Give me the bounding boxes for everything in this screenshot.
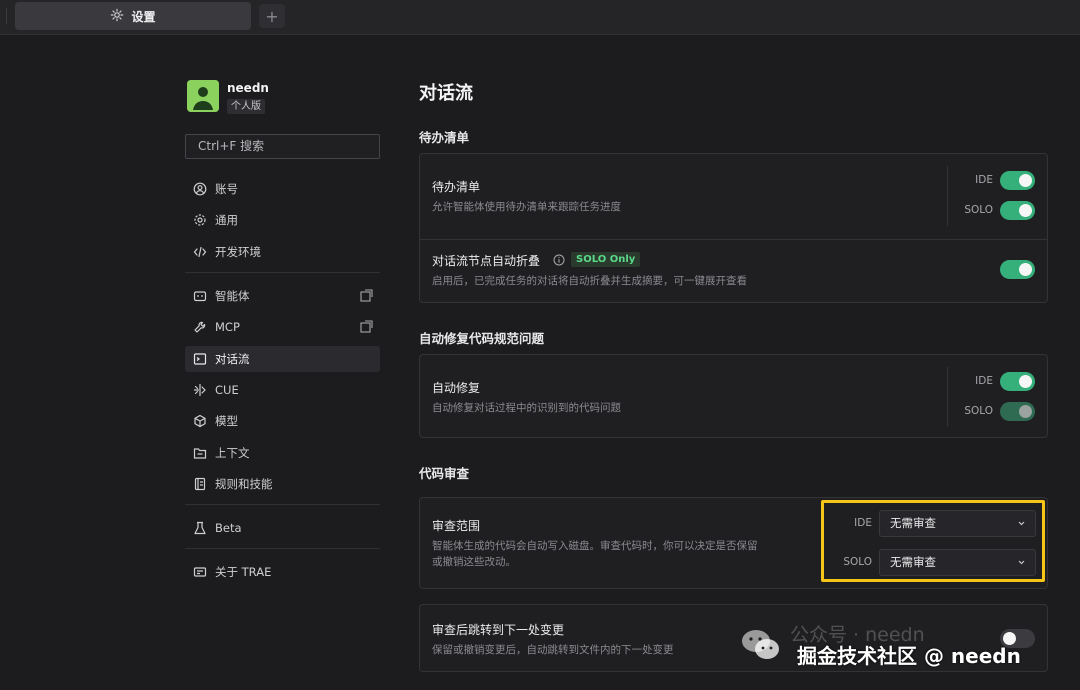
tab-separator <box>6 8 7 24</box>
sidebar-item-label: CUE <box>215 383 239 397</box>
tab-bar: 设置 + <box>0 0 1080 35</box>
sidebar-item-agent[interactable]: 智能体 <box>185 283 380 309</box>
model-icon <box>193 414 207 428</box>
sidebar-item-label: 关于 TRAE <box>215 565 272 579</box>
setting-title: 审查后跳转到下一处变更 <box>432 623 565 637</box>
rules-icon <box>193 477 207 491</box>
sidebar-item-label: 上下文 <box>215 446 250 460</box>
sidebar-item-label: 智能体 <box>215 289 250 303</box>
wechat-icon <box>742 630 779 659</box>
sidebar-item-cue[interactable]: CUE <box>185 377 380 403</box>
section-title-todo: 待办清单 <box>419 130 470 145</box>
sidebar-item-about[interactable]: 关于 TRAE <box>185 559 380 585</box>
cue-icon <box>193 383 207 397</box>
autofix-solo-toggle[interactable] <box>1000 402 1035 421</box>
todo-solo-toggle[interactable] <box>1000 201 1035 220</box>
ide-label: IDE <box>975 174 993 186</box>
gear-icon <box>193 213 207 227</box>
add-tab-button[interactable]: + <box>259 4 285 28</box>
agent-icon <box>193 289 207 303</box>
user-avatar-icon <box>187 80 219 112</box>
open-external-icon[interactable] <box>360 320 373 333</box>
setting-description: 自动修复对话过程中的识别到的代码问题 <box>432 402 621 414</box>
tab-settings[interactable]: 设置 <box>15 2 251 30</box>
watermark-main-text: 掘金技术社区 @ needn <box>797 644 1021 668</box>
sidebar-item-label: 账号 <box>215 182 238 196</box>
page-title: 对话流 <box>419 83 473 104</box>
setting-description: 允许智能体使用待办清单来跟踪任务进度 <box>432 201 621 213</box>
sidebar-item-context[interactable]: 上下文 <box>185 440 380 466</box>
sidebar-item-label: Beta <box>215 521 242 535</box>
gear-icon <box>110 8 124 25</box>
beta-icon <box>193 521 207 535</box>
auto-collapse-toggle[interactable] <box>1000 260 1035 279</box>
setting-title: 自动修复 <box>432 381 481 395</box>
sidebar-item-beta[interactable]: Beta <box>185 515 380 541</box>
sidebar-item-label: MCP <box>215 320 240 334</box>
mode-divider <box>947 367 948 427</box>
mode-divider <box>947 166 948 226</box>
setting-description: 启用后，已完成任务的对话将自动折叠并生成摘要，可一键展开查看 <box>432 275 747 287</box>
solo-label: SOLO <box>964 204 993 216</box>
plan-badge: 个人版 <box>227 99 265 114</box>
sidebar-item-label: 模型 <box>215 414 238 428</box>
todo-ide-toggle[interactable] <box>1000 171 1035 190</box>
sidebar-divider <box>185 548 380 549</box>
section-title-autofix: 自动修复代码规范问题 <box>419 331 545 346</box>
autofix-card: 自动修复 自动修复对话过程中的识别到的代码问题 IDE SOLO <box>419 354 1048 438</box>
setting-title: 待办清单 <box>432 180 481 194</box>
sidebar-item-account[interactable]: 账号 <box>185 176 380 202</box>
sidebar-item-label: 通用 <box>215 213 238 227</box>
sidebar-divider <box>185 272 380 273</box>
ide-label: IDE <box>975 375 993 387</box>
tab-settings-label: 设置 <box>131 9 156 24</box>
sidebar-item-model[interactable]: 模型 <box>185 408 380 434</box>
todo-card: 待办清单 允许智能体使用待办清单来跟踪任务进度 IDE SOLO 对话流节点自动… <box>419 153 1048 303</box>
autofix-ide-toggle[interactable] <box>1000 372 1035 391</box>
about-icon <box>193 565 207 579</box>
highlight-box <box>821 500 1045 582</box>
username: needn <box>227 81 269 95</box>
sidebar-item-label: 对话流 <box>215 352 250 366</box>
solo-only-badge: SOLO Only <box>571 252 641 267</box>
sidebar-item-general[interactable]: 通用 <box>185 207 380 233</box>
setting-description: 保留或撤销变更后，自动跳转到文件内的下一处变更 <box>432 644 674 656</box>
sidebar-divider <box>185 504 380 505</box>
setting-description-line2: 或撤销这些改动。 <box>432 556 516 568</box>
terminal-icon <box>193 352 207 366</box>
solo-label: SOLO <box>964 405 993 417</box>
account-icon <box>193 182 207 196</box>
sidebar-item-label: 开发环境 <box>215 245 261 259</box>
setting-title: 审查范围 <box>432 519 481 533</box>
code-icon <box>193 245 207 259</box>
sidebar-item-dev-env[interactable]: 开发环境 <box>185 239 380 265</box>
row-divider <box>420 239 1047 240</box>
avatar[interactable] <box>187 80 219 112</box>
sidebar-item-rules-skills[interactable]: 规则和技能 <box>185 471 380 497</box>
sidebar-item-mcp[interactable]: MCP <box>185 314 380 340</box>
setting-title: 对话流节点自动折叠 <box>432 254 541 268</box>
open-external-icon[interactable] <box>360 289 373 302</box>
sidebar-item-label: 规则和技能 <box>215 477 273 491</box>
info-icon[interactable] <box>553 254 565 266</box>
section-title-review: 代码审查 <box>419 466 470 481</box>
setting-description-line1: 智能体生成的代码会自动写入磁盘。审查代码时，你可以决定是否保留 <box>432 540 758 552</box>
sidebar-item-conversation-flow[interactable]: 对话流 <box>185 346 380 372</box>
mcp-icon <box>193 320 207 334</box>
context-icon <box>193 446 207 460</box>
search-input[interactable]: Ctrl+F 搜索 <box>185 134 380 159</box>
